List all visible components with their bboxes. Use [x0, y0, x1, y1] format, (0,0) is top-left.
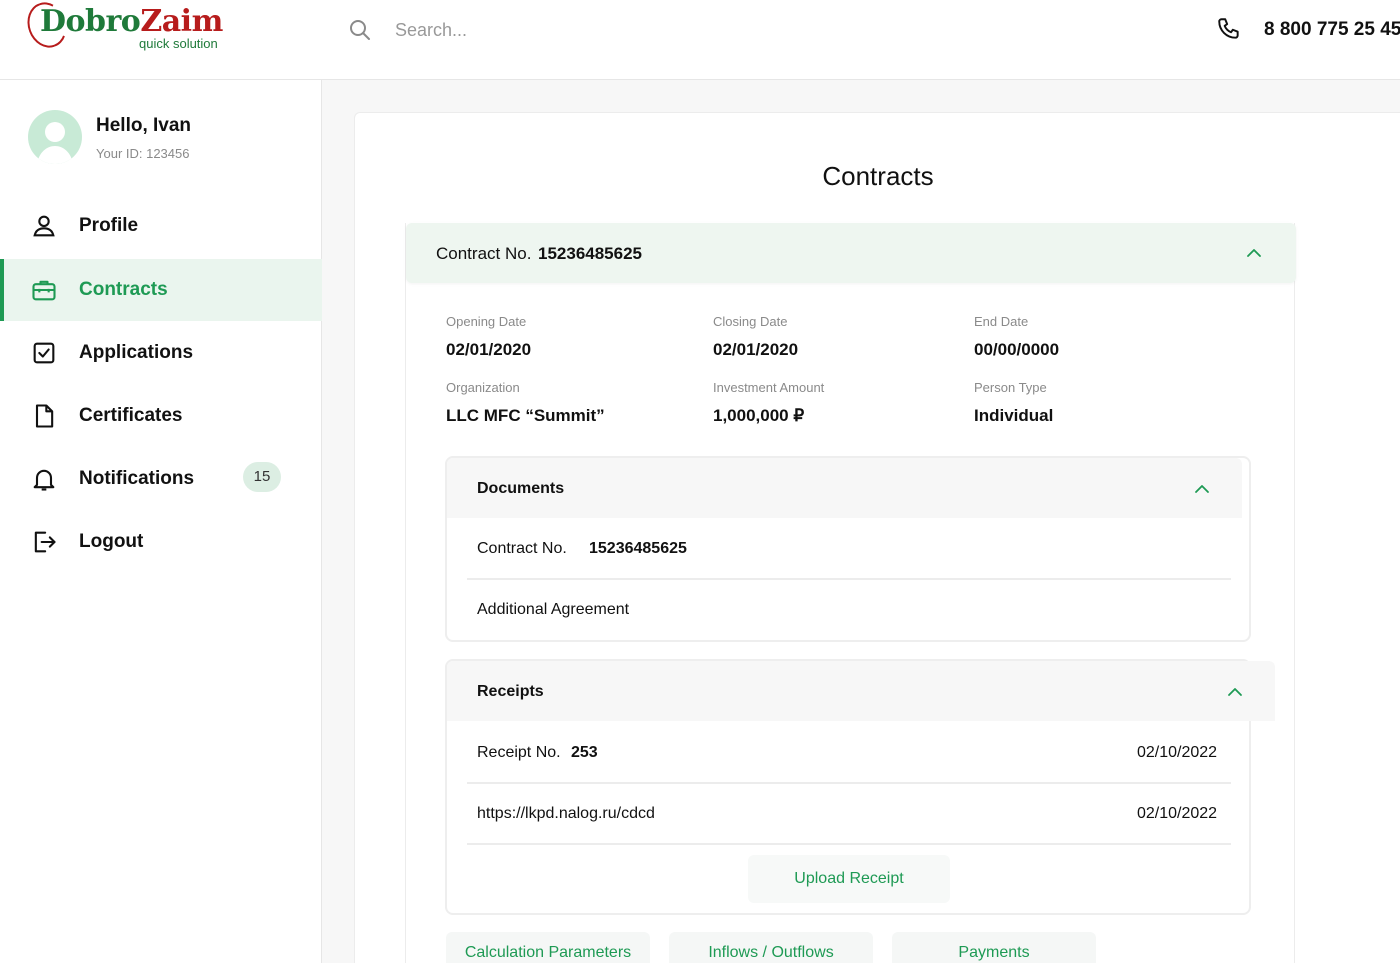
upload-receipt-button[interactable]: Upload Receipt [748, 855, 950, 903]
top-header: DobroZaim quick solution 8 800 775 25 45 [0, 0, 1400, 80]
sidebar-item-contracts[interactable]: Contracts [0, 259, 322, 321]
end-date-value: 00/00/0000 [974, 340, 1060, 359]
sidebar-item-profile[interactable]: Profile [0, 195, 322, 257]
receipt-link[interactable]: https://lkpd.nalog.ru/cdcd [477, 805, 655, 823]
investment-amount-value: 1,000,000 ₽ [713, 406, 805, 425]
receipt-date: 02/10/2022 [1137, 805, 1218, 822]
document-contract-label[interactable]: Contract No. [477, 540, 567, 558]
sidebar-item-label: Notifications [79, 468, 195, 489]
phone-number[interactable]: 8 800 775 25 45 [1264, 19, 1400, 41]
phone-icon[interactable] [1216, 16, 1242, 42]
search-icon[interactable] [348, 18, 372, 42]
sidebar-item-notifications[interactable]: Notifications 15 [0, 448, 322, 510]
briefcase-icon [32, 280, 56, 301]
notification-count-badge: 15 [243, 462, 281, 492]
bell-icon [33, 469, 55, 491]
sidebar: Hello, Ivan Your ID: 123456 Profile Cont… [0, 80, 322, 963]
receipt-number-label[interactable]: Receipt No. [477, 744, 561, 762]
tab-calculation-parameters[interactable]: Calculation Parameters [446, 932, 650, 963]
chevron-up-icon[interactable] [1193, 480, 1211, 498]
chevron-up-icon[interactable] [1245, 244, 1263, 262]
search-input[interactable] [385, 12, 785, 48]
closing-date-value: 02/01/2020 [713, 340, 799, 359]
divider [467, 782, 1231, 784]
sidebar-item-label: Contracts [79, 279, 168, 300]
contract-number: 15236485625 [538, 244, 643, 263]
page-title: Contracts [822, 161, 934, 191]
logo-tagline: quick solution [139, 36, 218, 51]
organization-value: LLC MFC “Summit” [446, 406, 605, 425]
receipt-date: 02/10/2022 [1137, 744, 1218, 761]
document-contract-number[interactable]: 15236485625 [589, 540, 687, 558]
sidebar-item-label: Certificates [79, 405, 183, 426]
contract-accordion-header[interactable]: Contract No. 15236485625 [406, 223, 1296, 283]
receipts-title: Receipts [477, 683, 544, 700]
opening-date-value: 02/01/2020 [446, 340, 532, 359]
logout-icon [34, 531, 56, 553]
document-icon [35, 404, 54, 428]
receipts-panel: Receipts Receipt No. 253 02/10/2022 http… [445, 659, 1275, 915]
avatar[interactable] [28, 110, 82, 164]
receipt-number[interactable]: 253 [571, 744, 598, 762]
organization-label: Organization [446, 380, 520, 395]
divider [467, 578, 1231, 580]
sidebar-item-certificates[interactable]: Certificates [0, 385, 322, 447]
end-date-label: End Date [974, 314, 1029, 329]
documents-panel: Documents Contract No. 15236485625 Addit… [445, 456, 1251, 642]
tab-payments[interactable]: Payments [892, 932, 1096, 963]
person-type-label: Person Type [974, 380, 1047, 395]
logo-text: DobroZaim [40, 4, 223, 39]
opening-date-label: Opening Date [446, 314, 527, 329]
divider [467, 843, 1231, 845]
sidebar-item-applications[interactable]: Applications [0, 322, 322, 384]
sidebar-item-label: Profile [79, 215, 139, 236]
contracts-card: Contracts Contract No. 15236485625 Openi… [354, 112, 1400, 963]
tab-inflows-outflows[interactable]: Inflows / Outflows [669, 932, 873, 963]
dobrozaim-logo[interactable]: DobroZaim quick solution [21, 0, 226, 60]
contract-panel: Contract No. 15236485625 Opening Date 02… [405, 223, 1296, 963]
user-silhouette-icon [37, 122, 73, 164]
receipts-accordion-header[interactable]: Receipts [447, 661, 1275, 721]
chevron-up-icon[interactable] [1226, 683, 1244, 701]
contract-number-label: Contract No. [436, 244, 532, 263]
sidebar-item-label: Logout [79, 531, 144, 552]
closing-date-label: Closing Date [713, 314, 788, 329]
user-greeting: Hello, Ivan [96, 115, 192, 136]
sidebar-item-logout[interactable]: Logout [0, 511, 322, 573]
checkbox-icon [33, 342, 55, 364]
documents-title: Documents [477, 480, 565, 497]
sidebar-item-label: Applications [79, 342, 194, 363]
document-additional-agreement[interactable]: Additional Agreement [477, 601, 629, 619]
documents-accordion-header[interactable]: Documents [447, 458, 1242, 518]
person-type-value: Individual [974, 406, 1054, 425]
user-icon [33, 215, 55, 237]
user-id: Your ID: 123456 [96, 146, 190, 161]
investment-amount-label: Investment Amount [713, 380, 825, 395]
